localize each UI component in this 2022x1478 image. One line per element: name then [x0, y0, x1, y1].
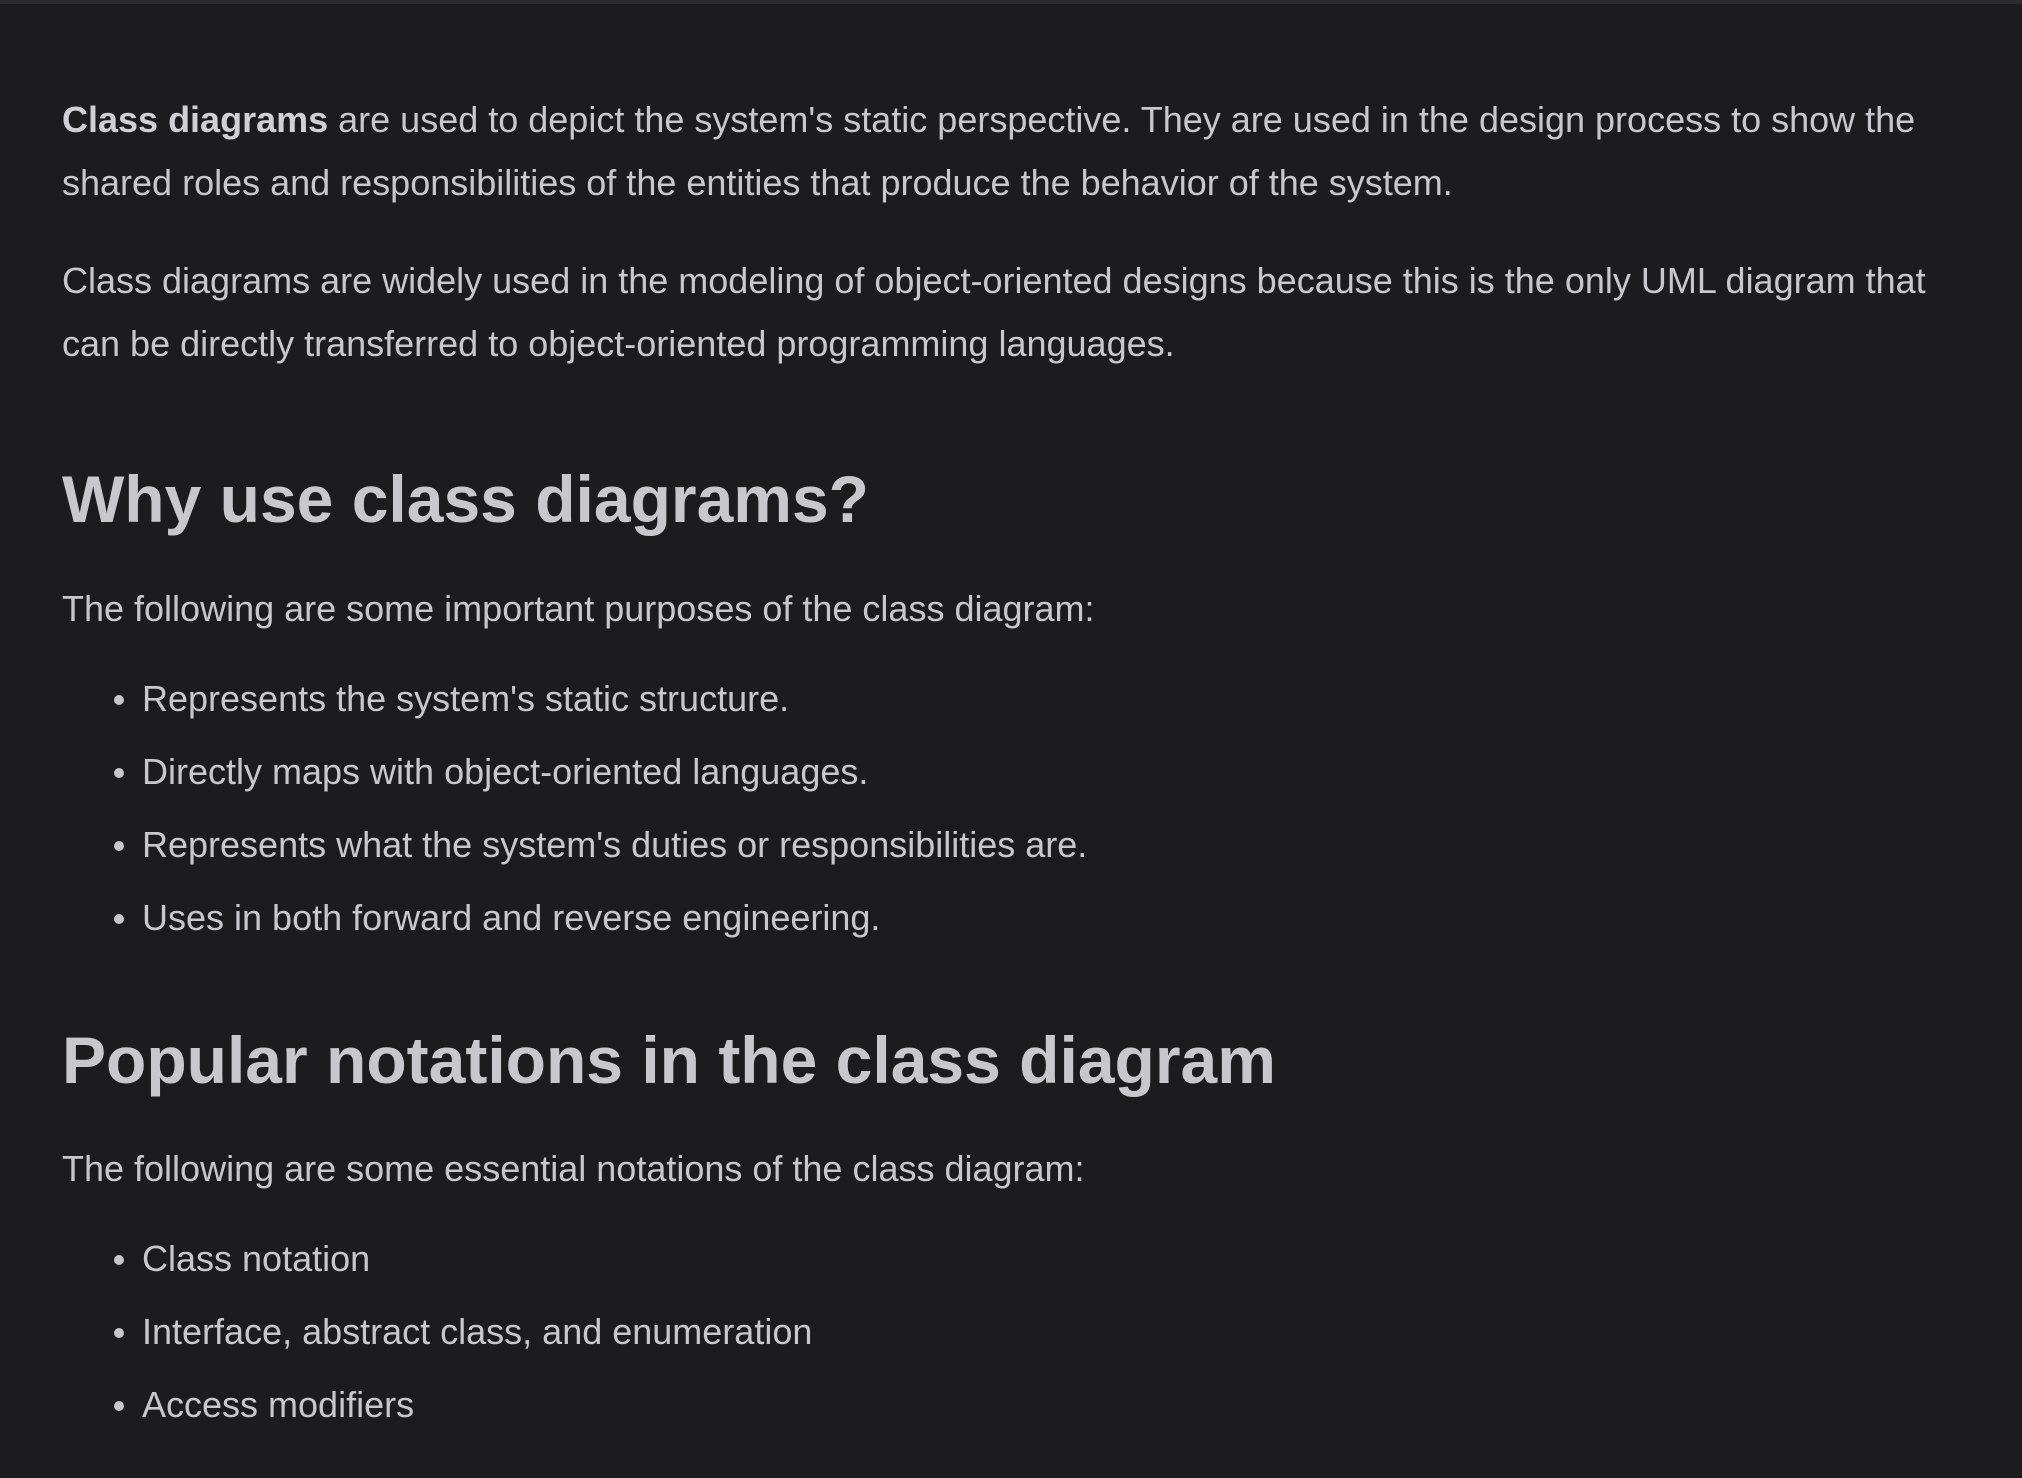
bullet-icon: [114, 768, 124, 778]
list-item-text: Uses in both forward and reverse enginee…: [142, 897, 881, 938]
list-item: Uses in both forward and reverse enginee…: [114, 895, 1962, 940]
intro-paragraph-text: are used to depict the system's static p…: [62, 99, 1916, 203]
bullet-icon: [114, 1255, 124, 1265]
bullet-icon: [114, 695, 124, 705]
list-item: Directly maps with object-oriented langu…: [114, 749, 1962, 794]
list-item-text: Represents the system's static structure…: [142, 678, 790, 719]
notations-lead-text: The following are some essential notatio…: [62, 1148, 1085, 1189]
heading-why-use-class-diagrams: Why use class diagrams?: [62, 462, 869, 536]
bullet-icon: [114, 914, 124, 924]
list-item: Represents the system's static structure…: [114, 676, 1962, 721]
list-item-text: Class notation: [142, 1238, 371, 1279]
intro-bold-term: Class diagrams: [62, 99, 329, 140]
why-lead-text: The following are some important purpose…: [62, 588, 1095, 629]
bullet-icon: [114, 1328, 124, 1338]
article-page: Class diagrams are used to depict the sy…: [0, 0, 2022, 1478]
list-item: Interface, abstract class, and enumerati…: [114, 1309, 1962, 1354]
article-content: Class diagrams are used to depict the sy…: [62, 88, 1962, 1455]
notations-list: Class notation Interface, abstract class…: [62, 1236, 1962, 1427]
list-item-text: Access modifiers: [142, 1384, 415, 1425]
list-item-text: Directly maps with object-oriented langu…: [142, 751, 869, 792]
heading-popular-notations: Popular notations in the class diagram: [62, 1023, 1276, 1097]
bullet-icon: [114, 841, 124, 851]
list-item-text: Represents what the system's duties or r…: [142, 824, 1088, 865]
list-item-text: Interface, abstract class, and enumerati…: [142, 1311, 813, 1352]
list-item: Represents what the system's duties or r…: [114, 822, 1962, 867]
intro-paragraph: Class diagrams are used to depict the sy…: [62, 88, 1962, 214]
list-item: Class notation: [114, 1236, 1962, 1281]
list-item: Access modifiers: [114, 1382, 1962, 1427]
purposes-list: Represents the system's static structure…: [62, 676, 1962, 940]
bullet-icon: [114, 1401, 124, 1411]
intro-paragraph-2: Class diagrams are widely used in the mo…: [62, 260, 1926, 364]
